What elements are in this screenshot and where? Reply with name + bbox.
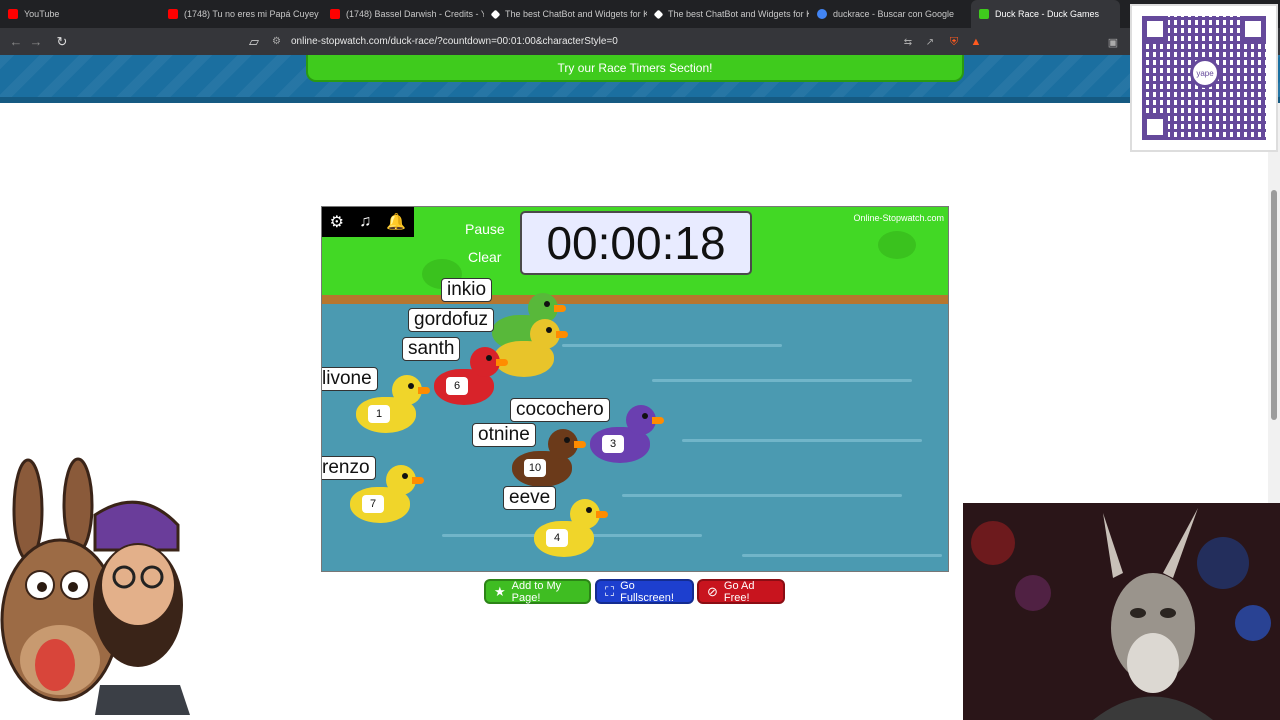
- duck-race-game[interactable]: ⚙ ♫ 🔔 Pause Clear 00:00:18 Online-Stopwa…: [321, 206, 949, 572]
- share-icon[interactable]: ↗: [920, 32, 940, 52]
- tab-title: duckrace - Buscar con Google: [833, 9, 955, 19]
- music-icon[interactable]: ♫: [359, 213, 371, 231]
- brave-shield-icon[interactable]: ⛨: [944, 32, 964, 52]
- pause-button[interactable]: Pause: [465, 221, 505, 237]
- bush: [878, 231, 916, 259]
- duck-number: 1: [368, 405, 390, 423]
- clear-button[interactable]: Clear: [468, 249, 501, 265]
- google-icon: [817, 9, 827, 19]
- duck-number: 4: [546, 529, 568, 547]
- cartoon-donkey-avatar: [0, 457, 190, 715]
- tab-title: YouTube: [24, 9, 60, 19]
- tab-youtube[interactable]: YouTube: [0, 0, 160, 28]
- tab-google-search[interactable]: duckrace - Buscar con Google: [809, 0, 971, 28]
- bookmark-icon[interactable]: ▱: [244, 32, 264, 52]
- duck-name-label: inkio: [441, 278, 493, 302]
- tab-title: The best ChatBot and Widgets for Ki: [505, 9, 647, 19]
- diamond-icon: [653, 9, 664, 19]
- tab-chatbot-1[interactable]: The best ChatBot and Widgets for Ki: [484, 0, 647, 28]
- button-label: Go Ad Free!: [723, 579, 755, 604]
- duck-number: 6: [446, 377, 468, 395]
- duck-name-label: eeve: [503, 486, 557, 510]
- site-info-icon: ⚙: [272, 36, 281, 47]
- button-label: Add to My Page!: [511, 579, 562, 604]
- bell-icon[interactable]: 🔔: [386, 212, 406, 232]
- forward-icon[interactable]: →: [26, 32, 46, 52]
- duck-name-label: santh: [402, 337, 461, 361]
- race-timer: 00:00:18: [520, 211, 752, 275]
- no-ads-icon: ⊘: [707, 583, 718, 599]
- duck-name-label: otnine: [472, 423, 536, 447]
- race-timers-button[interactable]: Try our Race Timers Section!: [306, 55, 964, 82]
- button-label: Go Fullscreen!: [620, 579, 674, 604]
- youtube-icon: [8, 9, 18, 19]
- scrollbar-thumb[interactable]: [1271, 190, 1277, 420]
- diamond-icon: [490, 9, 501, 19]
- gear-icon[interactable]: ⚙: [330, 212, 344, 232]
- add-to-page-button[interactable]: ★ Add to My Page!: [484, 579, 591, 604]
- duck-name-label: gordofuz: [408, 308, 494, 332]
- url-text: online-stopwatch.com/duck-race/?countdow…: [290, 36, 618, 47]
- river-bank: [322, 295, 948, 304]
- tab-papa-cuyey[interactable]: (1748) Tu no eres mi Papá Cuyey: [160, 0, 322, 28]
- tab-duck-race[interactable]: Duck Race - Duck Games: [971, 0, 1120, 28]
- tab-title: (1748) Bassel Darwish - Credits - You: [346, 9, 484, 19]
- qr-code: yape: [1142, 16, 1266, 140]
- site-header-border: [0, 97, 1280, 103]
- duck-icon: [979, 9, 989, 19]
- youtube-icon: [168, 9, 178, 19]
- ad-free-button[interactable]: ⊘ Go Ad Free!: [697, 579, 785, 604]
- tab-title: The best ChatBot and Widgets for Ki: [668, 9, 809, 19]
- game-controls: ⚙ ♫ 🔔: [322, 207, 414, 237]
- brave-rewards-icon[interactable]: ▲: [966, 32, 986, 52]
- duck-number: 10: [524, 459, 546, 477]
- star-icon: ★: [494, 583, 506, 599]
- back-icon[interactable]: ←: [6, 32, 26, 52]
- yape-logo: yape: [1190, 58, 1220, 88]
- fullscreen-icon: ⛶: [605, 583, 615, 599]
- tab-title: Duck Race - Duck Games: [995, 9, 1100, 19]
- fullscreen-button[interactable]: ⛶ Go Fullscreen!: [595, 579, 694, 604]
- duck-number: 7: [362, 495, 384, 513]
- webcam-overlay: [963, 503, 1280, 720]
- qr-code-overlay: yape: [1130, 4, 1278, 152]
- translate-icon[interactable]: ⇆: [898, 32, 918, 52]
- tab-chatbot-2[interactable]: The best ChatBot and Widgets for Ki: [647, 0, 809, 28]
- duck-number: 3: [602, 435, 624, 453]
- browser-tab-bar: YouTube (1748) Tu no eres mi Papá Cuyey …: [0, 0, 1280, 28]
- sidebar-icon[interactable]: ▣: [1103, 32, 1123, 52]
- tab-bassel-darwish[interactable]: (1748) Bassel Darwish - Credits - You: [322, 0, 484, 28]
- duck-name-label: cocochero: [510, 398, 610, 422]
- brand-label: Online-Stopwatch.com: [853, 213, 944, 223]
- youtube-icon: [330, 9, 340, 19]
- duck-name-label: livone: [322, 367, 378, 391]
- address-bar: ← → ↻ ▱ ⚙ online-stopwatch.com/duck-race…: [0, 28, 1280, 55]
- duck-name-label: renzo: [322, 456, 376, 480]
- tab-title: (1748) Tu no eres mi Papá Cuyey: [184, 9, 319, 19]
- reload-icon[interactable]: ↻: [52, 32, 72, 52]
